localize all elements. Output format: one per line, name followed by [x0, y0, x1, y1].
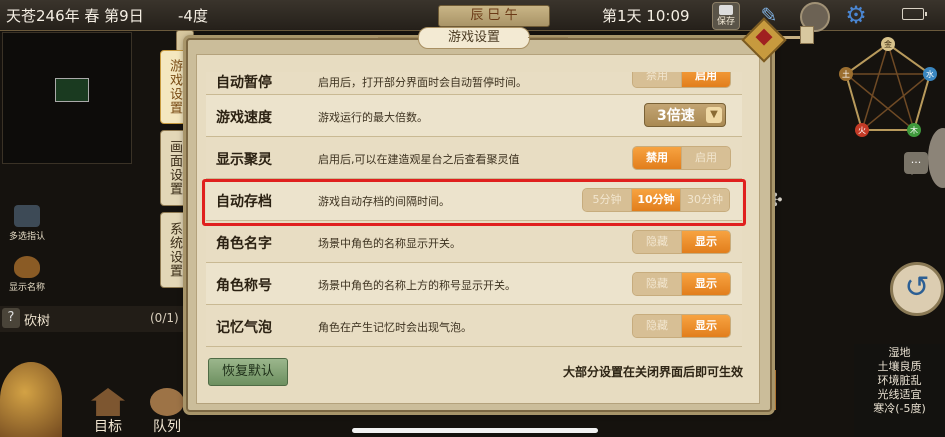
option-hide[interactable]: 隐藏	[633, 231, 681, 253]
setting-desc: 角色在产生记忆时会出现气泡。	[318, 321, 472, 334]
show-spirit-toggle: 禁用 启用	[632, 146, 731, 170]
setting-desc: 场景中角色的名称显示开关。	[318, 237, 461, 250]
environment-info-panel: 湿地 土壤良质 环境脏乱 光线适宜 寒冷(-5度)	[854, 344, 945, 437]
setting-row-autosave: 自动存档 游戏自动存档的间隔时间。 5分钟 10分钟 30分钟	[206, 179, 742, 221]
option-enable[interactable]: 启用	[681, 147, 730, 169]
task-chop-row[interactable]: ? 砍树 (0/1)	[0, 306, 185, 332]
option-show[interactable]: 显示	[681, 315, 730, 337]
setting-name: 角色称号	[216, 278, 272, 294]
setting-name: 游戏速度	[216, 110, 272, 126]
setting-row-game-speed: 游戏速度 游戏运行的最大倍数。 3倍速 ▼	[206, 95, 742, 137]
setting-row-character-title: 角色称号 场景中角色的名称上方的称号显示开关。 隐藏 显示	[206, 263, 742, 305]
house-icon	[91, 388, 125, 416]
title-rule-right	[528, 37, 568, 38]
option-enable[interactable]: 启用	[681, 72, 730, 87]
goal-label: 目标	[94, 419, 122, 435]
temperature: -4度	[178, 7, 208, 25]
setting-row-show-spirit: 显示聚灵 启用后,可以在建造观星台之后查看聚灵值 禁用 启用	[206, 137, 742, 179]
setting-name: 自动暂停	[216, 75, 272, 91]
character-name-toggle: 隐藏 显示	[632, 230, 731, 254]
scroll-rod-end	[800, 26, 814, 44]
option-show[interactable]: 显示	[681, 231, 730, 253]
tab-display-settings[interactable]: 画面设置	[160, 130, 188, 206]
option-hide[interactable]: 隐藏	[633, 273, 681, 295]
multi-select-button[interactable]: 多选指认	[2, 205, 52, 242]
dialog-title: 游戏设置	[418, 27, 530, 49]
day-clock: 第1天 10:09	[602, 7, 690, 25]
setting-name: 角色名字	[216, 236, 272, 252]
auto-pause-toggle: 禁用 启用	[632, 72, 731, 88]
minimap-viewport	[55, 78, 89, 102]
multi-select-label: 多选指认	[8, 232, 45, 242]
setting-name: 记忆气泡	[216, 320, 272, 336]
setting-desc: 启用后，打开部分界面时会自动暂停时间。	[318, 76, 527, 89]
element-label-earth: 土	[842, 69, 850, 79]
chevron-down-icon: ▼	[706, 107, 722, 123]
option-show[interactable]: 显示	[681, 273, 730, 295]
gourd-icon[interactable]	[0, 362, 62, 437]
env-temperature: 寒冷(-5度)	[873, 402, 926, 415]
setting-name: 显示聚灵	[216, 152, 272, 168]
option-30min[interactable]: 30分钟	[680, 189, 729, 211]
chat-bubble-icon[interactable]: ···	[904, 152, 928, 175]
show-names-button[interactable]: 显示名称	[2, 256, 52, 293]
squad-button[interactable]: 队列	[143, 388, 191, 436]
close-ornament-core	[755, 28, 773, 46]
gear-icon[interactable]: ⚙	[843, 2, 869, 28]
game-speed-select[interactable]: 3倍速 ▼	[644, 103, 726, 127]
setting-row-auto-pause: 自动暂停 启用后，打开部分界面时会自动暂停时间。 禁用 启用	[206, 72, 742, 95]
setting-name: 自动存档	[216, 194, 272, 210]
task-count: (0/1)	[150, 311, 179, 325]
setting-desc: 游戏运行的最大倍数。	[318, 111, 428, 124]
setting-desc: 游戏自动存档的间隔时间。	[318, 195, 450, 208]
eye-icon	[14, 256, 40, 278]
back-button[interactable]: ↺	[890, 262, 944, 316]
element-label-wood: 木	[910, 125, 918, 135]
home-indicator[interactable]	[352, 428, 598, 433]
option-hide[interactable]: 隐藏	[633, 315, 681, 337]
env-soil: 土壤良质	[877, 360, 922, 373]
squad-label: 队列	[153, 419, 181, 435]
restore-defaults-button[interactable]: 恢复默认	[208, 358, 288, 386]
env-light: 光线适宜	[877, 388, 922, 401]
memory-bubble-toggle: 隐藏 显示	[632, 314, 731, 338]
minimap[interactable]	[2, 32, 132, 164]
env-terrain: 湿地	[888, 346, 911, 359]
tab-game-settings[interactable]: 游戏设置	[160, 50, 188, 124]
show-names-label: 显示名称	[8, 283, 45, 293]
option-10min[interactable]: 10分钟	[631, 189, 680, 211]
game-speed-value: 3倍速	[657, 108, 695, 124]
setting-row-memory-bubble: 记忆气泡 角色在产生记忆时会出现气泡。 隐藏 显示	[206, 305, 742, 347]
character-title-toggle: 隐藏 显示	[632, 272, 731, 296]
battery-icon	[902, 8, 927, 20]
help-icon[interactable]: ?	[2, 308, 20, 328]
time-of-day-banner: 辰 巳 午	[438, 5, 550, 27]
element-label-fire: 火	[858, 126, 866, 135]
task-label: 砍树	[24, 314, 51, 329]
multi-select-icon	[14, 205, 40, 227]
element-label-metal: 金	[884, 39, 892, 49]
element-label-water: 水	[926, 69, 934, 79]
setting-desc: 启用后,可以在建造观星台之后查看聚灵值	[318, 153, 520, 166]
autosave-interval-selector: 5分钟 10分钟 30分钟	[582, 188, 730, 212]
settings-dialog: 游戏设置 自动暂停 启用后，打开部分界面时会自动暂停时间。 禁用 启用 游戏速度…	[186, 27, 772, 412]
option-disable[interactable]: 禁用	[633, 147, 681, 169]
people-icon	[150, 388, 184, 416]
dialog-title-bar: 游戏设置	[378, 26, 568, 50]
save-label: 保存	[716, 17, 735, 27]
option-disable[interactable]: 禁用	[633, 72, 681, 87]
env-cleanliness: 环境脏乱	[877, 374, 922, 387]
setting-row-character-name: 角色名字 场景中角色的名称显示开关。 隐藏 显示	[206, 221, 742, 263]
save-button[interactable]: 保存	[712, 2, 740, 30]
save-icon	[719, 5, 733, 15]
option-5min[interactable]: 5分钟	[583, 189, 631, 211]
title-rule-left	[378, 37, 418, 38]
game-date: 天苍246年 春 第9日	[6, 7, 144, 25]
goal-button[interactable]: 目标	[84, 388, 132, 436]
setting-desc: 场景中角色的名称上方的称号显示开关。	[318, 279, 516, 292]
five-elements-chart[interactable]: 金 水 木 火 土	[836, 34, 940, 144]
settings-list[interactable]: 自动暂停 启用后，打开部分界面时会自动暂停时间。 禁用 启用 游戏速度 游戏运行…	[206, 72, 742, 347]
footer-note: 大部分设置在关闭界面后即可生效	[563, 365, 744, 379]
tab-system-settings[interactable]: 系统设置	[160, 212, 188, 288]
